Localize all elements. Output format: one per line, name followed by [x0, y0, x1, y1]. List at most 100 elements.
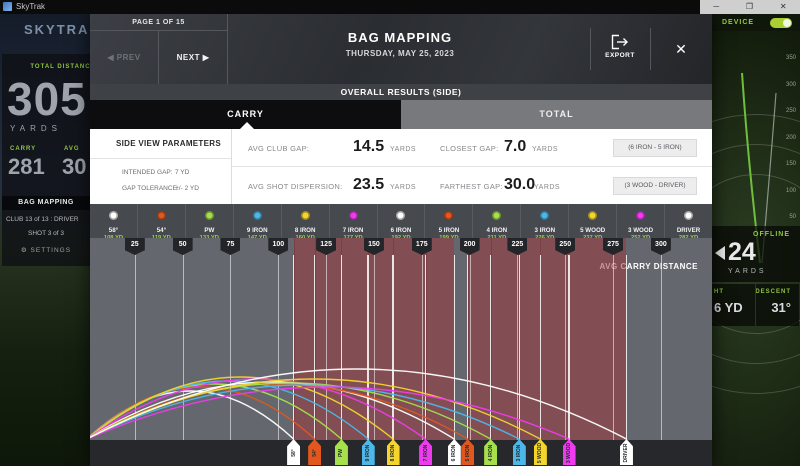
avg-club-gap-label: AVG CLUB GAP: — [248, 144, 309, 153]
club-color-dot-icon — [396, 211, 405, 220]
trajectory-driver — [90, 369, 626, 439]
club-name: 3 IRON — [521, 227, 568, 234]
minimize-icon[interactable]: ─ — [713, 0, 719, 14]
height-cell: HT 6 YD — [712, 284, 755, 326]
club-landing-tag-label: 5 WOOD — [537, 443, 543, 463]
club-color-dot-icon — [253, 211, 262, 220]
club-header-item: 58°108 YD — [90, 204, 137, 238]
avg-dispersion-unit: YARDS — [390, 184, 416, 191]
farthest-gap-unit: YARDS — [534, 184, 560, 191]
tab-total[interactable]: TOTAL — [401, 100, 712, 129]
club-header-row: 58°108 YD54°119 YDPW133 YD9 IRON147 YD8 … — [90, 204, 712, 238]
club-landing-tag: 54° — [308, 439, 321, 465]
club-landing-tag: 9 IRON — [362, 439, 375, 465]
club-landing-tag: 8 IRON — [387, 439, 400, 465]
next-page-button[interactable]: NEXT ▶ — [159, 31, 228, 84]
header-divider — [650, 28, 651, 70]
prev-page-button[interactable]: ◀ PREV — [90, 31, 159, 84]
avg-dispersion-label: AVG SHOT DISPERSION: — [248, 182, 343, 191]
club-color-dot-icon — [301, 211, 310, 220]
club-landing-tag-label: PW — [338, 449, 344, 457]
club-landing-tag: 5 IRON — [461, 439, 474, 465]
club-landing-tag-label: 58° — [291, 450, 297, 458]
settings-button[interactable]: ⚙ SETTINGS — [6, 246, 86, 254]
window-title: SkyTrak — [16, 2, 45, 11]
club-header-item: 7 IRON177 YD — [329, 204, 377, 238]
total-distance-label: TOTAL DISTANCE — [8, 64, 90, 70]
gap-tolerance-row: GAP TOLERANCE: +/- 2 YD — [122, 185, 179, 192]
club-name: 5 WOOD — [569, 227, 616, 234]
export-label: EXPORT — [592, 52, 648, 59]
club-landing-tag: 7 IRON — [419, 439, 432, 465]
club-landing-tag: 4 IRON — [484, 439, 497, 465]
range-tick-label: 50 — [789, 214, 796, 220]
club-header-item: 4 IRON211 YD — [472, 204, 520, 238]
club-name: 3 WOOD — [617, 227, 664, 234]
club-color-dot-icon — [349, 211, 358, 220]
club-header-item: 8 IRON160 YD — [281, 204, 329, 238]
height-label: HT — [714, 289, 724, 295]
club-name: 7 IRON — [330, 227, 377, 234]
club-landing-tag-label: 4 IRON — [488, 445, 494, 462]
club-color-dot-icon — [588, 211, 597, 220]
club-header-item: 9 IRON147 YD — [233, 204, 281, 238]
active-tab-pointer — [240, 122, 254, 129]
maximize-icon[interactable]: ❐ — [746, 0, 753, 14]
device-label: DEVICE — [722, 19, 754, 26]
club-header-item: PW133 YD — [185, 204, 233, 238]
range-tick-label: 200 — [786, 135, 796, 141]
total-distance-unit: YARDS — [10, 124, 62, 133]
club-name: 8 IRON — [282, 227, 329, 234]
club-landing-tag-label: 5 IRON — [465, 445, 471, 462]
export-button[interactable]: EXPORT — [592, 30, 648, 70]
club-name: 6 IRON — [378, 227, 425, 234]
club-name: 4 IRON — [473, 227, 520, 234]
closest-gap-value: 7.0 — [504, 138, 526, 156]
stat-row-1: AVG CLUB GAP: 14.5 YARDS CLOSEST GAP: 7.… — [232, 129, 712, 167]
descent-label: DESCENT — [756, 289, 791, 295]
farthest-gap-label: FARTHEST GAP: — [440, 182, 503, 191]
club-color-dot-icon — [444, 211, 453, 220]
range-tick-label: 250 — [786, 108, 796, 114]
offline-arrow-icon — [715, 246, 725, 260]
carry-value: 281 — [8, 154, 45, 180]
offline-unit: YARDS — [728, 268, 767, 275]
range-tick-label: 350 — [786, 55, 796, 61]
club-name: DRIVER — [665, 227, 712, 234]
dialog-title-block: BAG MAPPING THURSDAY, MAY 25, 2023 — [270, 30, 530, 58]
results-tabs: CARRY TOTAL — [90, 100, 712, 129]
closest-gap-clubs-badge: (6 IRON - 5 IRON) — [613, 139, 697, 157]
closest-gap-label: CLOSEST GAP: — [440, 144, 498, 153]
device-toggle[interactable] — [770, 18, 792, 28]
club-landing-tag: DRIVER — [620, 439, 633, 465]
club-header-item: 3 IRON226 YD — [520, 204, 568, 238]
background-left-panel: SKYTRAK TOTAL DISTANCE 305 YARDS CARRY 2… — [0, 14, 90, 466]
toggle-knob-icon — [783, 19, 791, 27]
club-landing-tag: 5 WOOD — [534, 439, 547, 465]
close-window-icon[interactable]: ✕ — [780, 0, 787, 14]
club-landing-tag: 6 IRON — [448, 439, 461, 465]
club-header-item: 3 WOOD252 YD — [616, 204, 664, 238]
side-view-parameters: SIDE VIEW PARAMETERS INTENDED GAP: 7 YD … — [90, 129, 232, 204]
avg-club-gap-value: 14.5 — [353, 138, 384, 156]
club-landing-tag: 58° — [287, 439, 300, 465]
bag-mapping-mode-label: BAG MAPPING — [2, 196, 90, 210]
shot-progress: SHOT 3 of 3 — [6, 230, 86, 237]
club-color-dot-icon — [205, 211, 214, 220]
window-titlebar: SkyTrak ─ ❐ ✕ — [0, 0, 800, 14]
avg-value: 30 — [62, 154, 86, 180]
club-landing-tag-label: 6 IRON — [451, 445, 457, 462]
club-header-item: 5 WOOD237 YD — [568, 204, 616, 238]
stat-row-2: AVG SHOT DISPERSION: 23.5 YARDS FARTHEST… — [232, 167, 712, 205]
avg-label: AVG — [64, 146, 80, 152]
range-tick-label: 150 — [786, 161, 796, 167]
club-progress: CLUB 13 of 13 : DRIVER — [6, 216, 79, 223]
intended-gap-value: 7 YD — [175, 169, 189, 176]
offline-panel: OFFLINE 24 YARDS — [712, 226, 800, 282]
club-landing-tag-label: 8 IRON — [390, 445, 396, 462]
club-landing-tag-label: 3 WOOD — [566, 443, 572, 463]
offline-label: OFFLINE — [753, 231, 790, 238]
club-color-dot-icon — [157, 211, 166, 220]
close-dialog-button[interactable]: ✕ — [665, 36, 697, 62]
descent-value: 31° — [771, 300, 791, 315]
